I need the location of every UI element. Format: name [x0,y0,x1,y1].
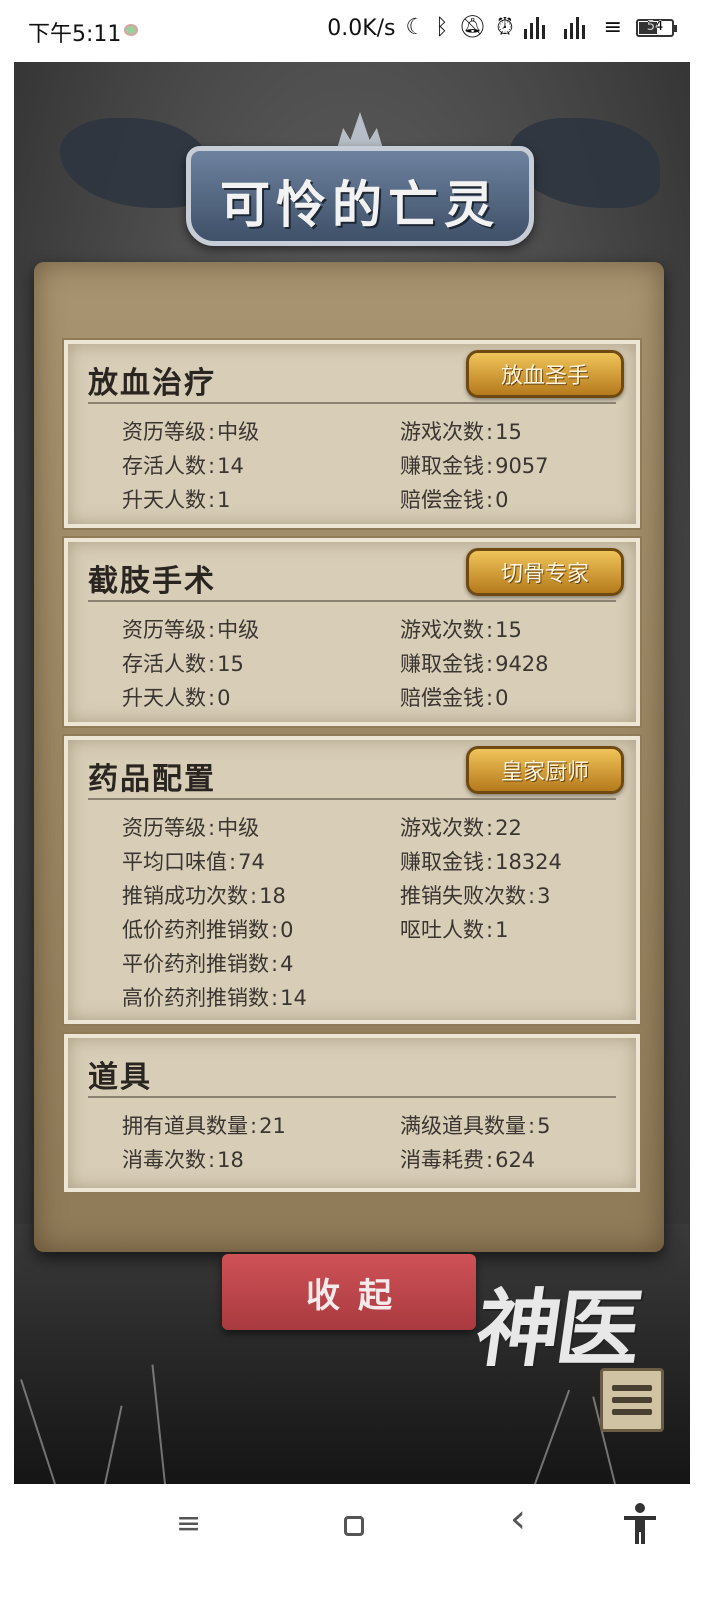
stat-item: 存活人数:14 [122,454,244,478]
badge-label: 皇家厨师 [500,760,589,785]
stat-item: 高价药剂推销数:14 [122,986,307,1010]
section-bloodletting: 放血治疗 放血圣手 资历等级:中级 游戏次数:15 存活人数:14 赚取金钱:9… [64,340,640,528]
mute-bell-icon: 🔕︎ [458,15,487,40]
stat-item: 呕吐人数:1 [400,918,509,942]
status-icons: 0.0K/s ☾ ᛒ 🔕︎ ⏰︎ ≡ 54 [327,14,677,42]
stat-item: 消毒次数:18 [122,1148,244,1172]
moon-icon: ☾ [405,15,426,40]
stat-item: 资历等级:中级 [122,618,260,642]
accessibility-icon[interactable] [622,1502,658,1546]
stat-item: 游戏次数:22 [400,816,522,840]
section-title: 道具 [88,1060,152,1095]
section-medicine: 药品配置 皇家厨师 资历等级:中级 游戏次数:22 平均口味值:74 赚取金钱:… [64,736,640,1024]
stat-item: 赚取金钱:9428 [400,652,549,676]
achievement-badge[interactable]: 切骨专家 [466,548,624,596]
stat-item: 升天人数:1 [122,488,231,512]
signal-icon [523,15,554,41]
clock: 下午5:11 [28,22,122,47]
section-title: 放血治疗 [88,366,216,401]
collapse-button[interactable]: 收起 [222,1254,476,1330]
title-banner: 可怜的亡灵 [186,146,534,246]
stat-item: 赚取金钱:9057 [400,454,549,478]
divider [88,600,616,602]
stat-item: 存活人数:15 [122,652,244,676]
stat-item: 赔偿金钱:0 [400,488,509,512]
stat-item: 拥有道具数量:21 [122,1114,286,1138]
stat-item: 游戏次数:15 [400,420,522,444]
notification-icon [124,24,138,36]
stat-item: 赔偿金钱:0 [400,686,509,710]
net-speed: 0.0K/s [327,15,396,41]
section-title: 截肢手术 [88,564,216,599]
stat-item: 平价药剂推销数:4 [122,952,294,976]
stat-item: 推销成功次数:18 [122,884,286,908]
stat-item: 满级道具数量:5 [400,1114,551,1138]
collapse-button-label: 收起 [306,1275,410,1316]
status-bar: 下午5:11 0.0K/s ☾ ᛒ 🔕︎ ⏰︎ ≡ 54 [0,0,720,62]
signal-icon [563,15,594,41]
back-icon[interactable]: ‹ [510,1496,526,1542]
stat-item: 资历等级:中级 [122,420,260,444]
menu-line [612,1385,652,1391]
stat-item: 低价药剂推销数:0 [122,918,294,942]
stat-item: 消毒耗费:624 [400,1148,536,1172]
section-items: 道具 拥有道具数量:21 满级道具数量:5 消毒次数:18 消毒耗费:624 [64,1034,640,1192]
section-title: 药品配置 [88,762,216,797]
achievement-badge[interactable]: 放血圣手 [466,350,624,398]
stat-item: 赚取金钱:18324 [400,850,562,874]
stat-item: 推销失败次数:3 [400,884,551,908]
divider [88,402,616,404]
system-nav-bar: ≡ ‹ [0,1484,720,1600]
stat-item: 游戏次数:15 [400,618,522,642]
section-amputation: 截肢手术 切骨专家 资历等级:中级 游戏次数:15 存活人数:15 赚取金钱:9… [64,538,640,726]
divider [88,798,616,800]
badge-label: 切骨专家 [500,562,589,587]
game-logo: 神医 [470,1279,645,1378]
badge-label: 放血圣手 [500,364,589,389]
stat-item: 升天人数:0 [122,686,231,710]
divider [88,1096,616,1098]
banner-title: 可怜的亡灵 [220,175,500,234]
bluetooth-icon: ᛒ [435,15,449,40]
menu-line [612,1409,652,1415]
home-icon[interactable] [344,1516,364,1536]
menu-icon[interactable]: ≡ [176,1506,201,1541]
menu-line [612,1397,652,1403]
list-menu-button[interactable] [600,1368,664,1432]
alarm-icon: ⏰︎ [496,15,514,40]
battery-icon: 54 [636,19,677,37]
stat-item: 平均口味值:74 [122,850,265,874]
achievement-badge[interactable]: 皇家厨师 [466,746,624,794]
stat-item: 资历等级:中级 [122,816,260,840]
wifi-icon: ≡ [603,15,622,40]
